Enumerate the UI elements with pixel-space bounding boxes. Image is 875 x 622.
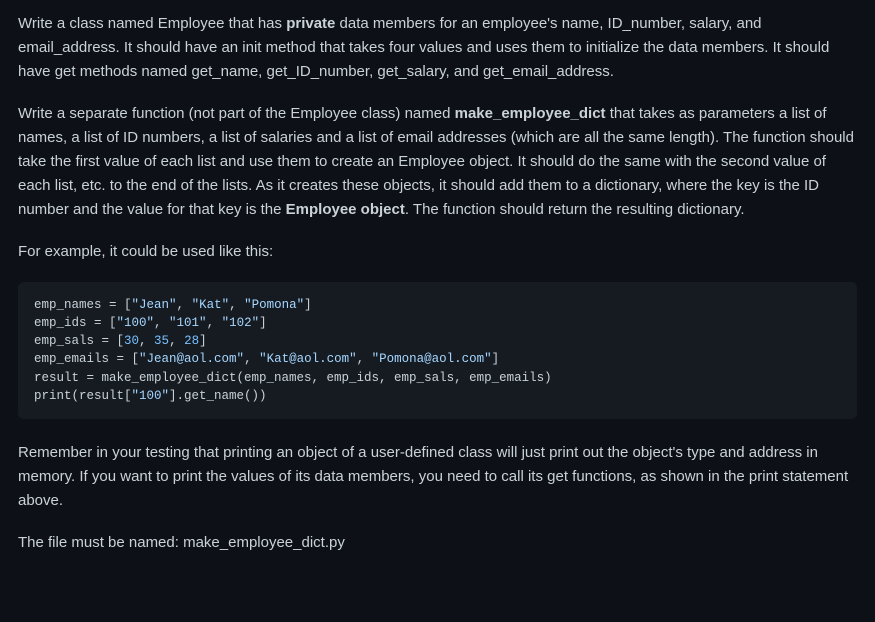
paragraph-3: For example, it could be used like this:	[18, 240, 857, 264]
paragraph-5: The file must be named: make_employee_di…	[18, 531, 857, 555]
text: Write a class named Employee that has	[18, 15, 286, 32]
bold-private: private	[286, 15, 335, 32]
bold-make-employee-dict: make_employee_dict	[455, 105, 606, 122]
paragraph-4: Remember in your testing that printing a…	[18, 441, 857, 513]
paragraph-2: Write a separate function (not part of t…	[18, 102, 857, 222]
text: Write a separate function (not part of t…	[18, 105, 455, 122]
text: . The function should return the resulti…	[405, 201, 745, 218]
code-block: emp_names = ["Jean", "Kat", "Pomona"] em…	[18, 282, 857, 419]
paragraph-1: Write a class named Employee that has pr…	[18, 12, 857, 84]
bold-employee-object: Employee object	[286, 201, 405, 218]
